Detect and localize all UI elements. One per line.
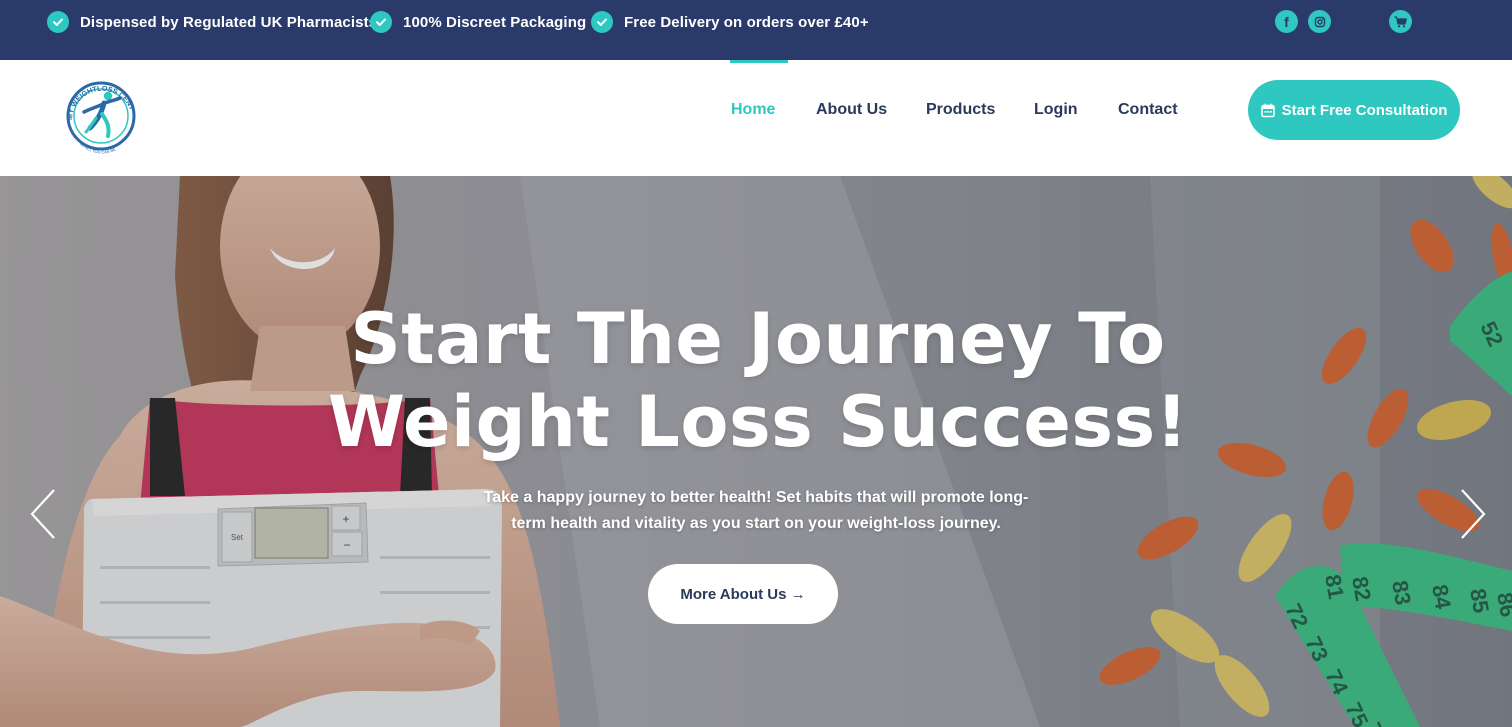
instagram-icon bbox=[1314, 16, 1325, 27]
cart-button[interactable] bbox=[1389, 10, 1412, 33]
hero-slider: Set + − 52 72 73 74 75 81 82 83 84 85 86… bbox=[0, 176, 1512, 727]
nav-login[interactable]: Login bbox=[1034, 101, 1078, 119]
usp-label: Dispensed by Regulated UK Pharmacists bbox=[80, 13, 378, 31]
logo-emblem: MY WEIGHTLOSS CENTRE BE ALL YOU CAN BE bbox=[55, 63, 137, 155]
nav-products[interactable]: Products bbox=[926, 101, 995, 119]
chevron-right-icon bbox=[1461, 489, 1486, 539]
usp-label: Free Delivery on orders over £40+ bbox=[624, 13, 869, 31]
hero-subtitle-line: Take a happy journey to better health! S… bbox=[483, 489, 1029, 506]
facebook-icon: f bbox=[1284, 13, 1289, 30]
chevron-left-icon bbox=[30, 489, 55, 539]
hero-title: Start The Journey To Weight Loss Success… bbox=[300, 298, 1216, 464]
facebook-link[interactable]: f bbox=[1275, 10, 1298, 33]
calendar-icon bbox=[1260, 103, 1275, 117]
hero-subtitle-line: term health and vitality as you start on… bbox=[511, 515, 1001, 532]
slider-next-button[interactable] bbox=[1458, 486, 1488, 542]
top-bar: Dispensed by Regulated UK Pharmacists 10… bbox=[0, 0, 1512, 60]
slider-prev-button[interactable] bbox=[28, 486, 58, 542]
usp-pharmacists: Dispensed by Regulated UK Pharmacists bbox=[47, 11, 377, 33]
check-circle-icon bbox=[591, 11, 613, 33]
hero-subtitle: Take a happy journey to better health! S… bbox=[466, 485, 1046, 537]
hero-title-line: Weight Loss Success! bbox=[327, 381, 1189, 463]
nav-active-indicator bbox=[730, 60, 788, 63]
usp-label: 100% Discreet Packaging bbox=[403, 13, 587, 31]
hero-title-line: Start The Journey To bbox=[350, 298, 1166, 380]
cart-icon bbox=[1394, 15, 1407, 27]
site-logo[interactable]: MY WEIGHTLOSS CENTRE BE ALL YOU CAN BE bbox=[55, 63, 144, 160]
check-circle-icon bbox=[47, 11, 69, 33]
usp-discreet-packaging: 100% Discreet Packaging bbox=[370, 11, 586, 33]
instagram-link[interactable] bbox=[1308, 10, 1331, 33]
start-consultation-button[interactable]: Start Free Consultation bbox=[1248, 80, 1460, 140]
cta-label: Start Free Consultation bbox=[1281, 101, 1448, 119]
site-header: MY WEIGHTLOSS CENTRE BE ALL YOU CAN BE H… bbox=[0, 60, 1512, 176]
check-circle-icon bbox=[370, 11, 392, 33]
nav-contact[interactable]: Contact bbox=[1118, 101, 1178, 119]
more-about-us-button[interactable]: More About Us → bbox=[648, 564, 838, 624]
nav-home[interactable]: Home bbox=[731, 101, 775, 119]
usp-free-delivery: Free Delivery on orders over £40+ bbox=[591, 11, 869, 33]
nav-about-us[interactable]: About Us bbox=[816, 101, 887, 119]
